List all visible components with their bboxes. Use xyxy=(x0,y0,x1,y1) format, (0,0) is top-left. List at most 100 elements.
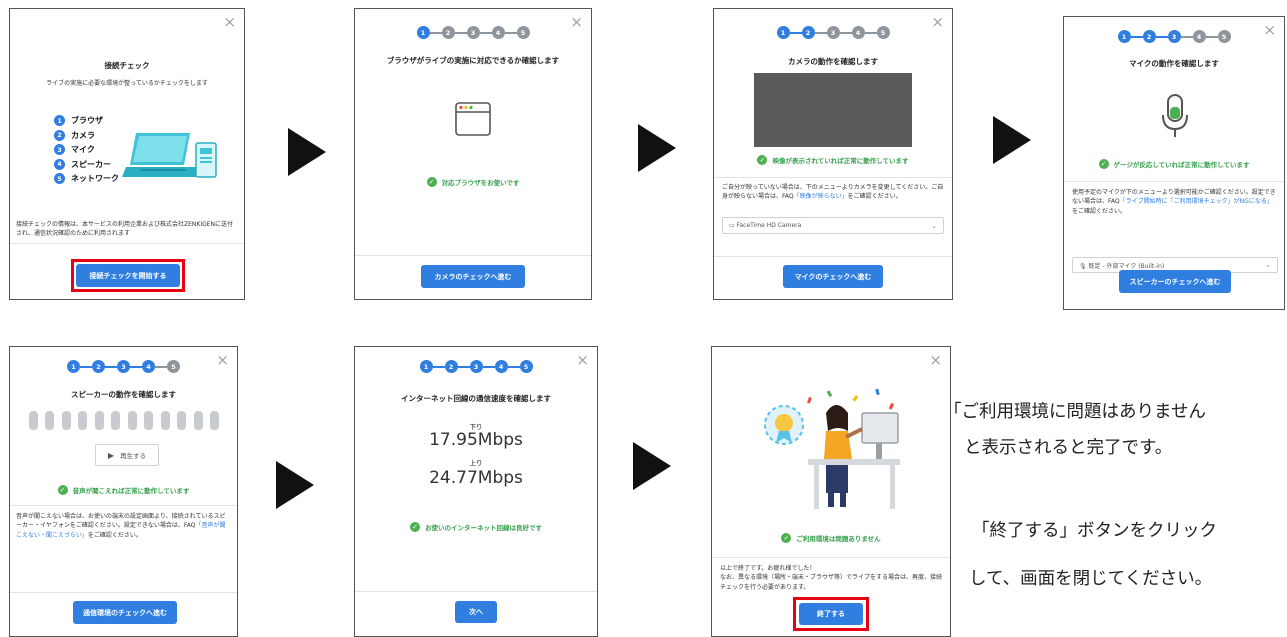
check-item: 1 ブラウザ xyxy=(54,115,119,126)
panel-title: マイクの動作を確認します xyxy=(1129,59,1219,68)
divider xyxy=(1064,181,1284,182)
status-message: ✓ お使いのインターネット回線は良好です xyxy=(355,522,597,532)
step-dot: 4 xyxy=(491,26,505,39)
status-message: ✓ 対応ブラウザをお使いです xyxy=(355,177,591,187)
progress-stepper: 1 2 3 4 5 xyxy=(10,360,237,373)
step-dot: 1 xyxy=(419,360,433,373)
mic-check-button[interactable]: マイクのチェックへ進む xyxy=(783,265,883,288)
faq-link[interactable]: 「ライブ開始時に「ご利用環境チェック」がNGになる」 xyxy=(1120,198,1273,205)
step-dot: 1 xyxy=(416,26,430,39)
step-dot: 4 xyxy=(142,360,155,373)
divider xyxy=(10,592,237,593)
step-dot: 4 xyxy=(851,26,865,39)
step-dot: 1 xyxy=(67,360,80,373)
panel-title: カメラの動作を確認します xyxy=(788,57,878,66)
close-icon[interactable]: × xyxy=(929,353,942,368)
step-dot: 3 xyxy=(469,360,483,373)
devices-illustration xyxy=(122,133,217,178)
progress-stepper: 1 2 3 4 5 xyxy=(714,26,952,39)
volume-meter xyxy=(29,411,219,430)
close-icon[interactable]: × xyxy=(223,15,236,30)
progress-stepper: 1 2 3 4 5 xyxy=(1064,30,1284,43)
connection-check-intro-panel: × 接続チェック ライブの実施に必要な環境が整っているかチェックをします 1 ブラ… xyxy=(9,8,245,300)
completion-panel: × ✓ ご利用環境は問題ありません 以上で終了です。お疲れ様でした！ なお、異な… xyxy=(711,346,951,637)
step-number: 4 xyxy=(54,158,65,170)
arrow-right-icon xyxy=(638,124,676,172)
upload-speed: 24.77Mbps xyxy=(429,468,523,488)
step-dot: 4 xyxy=(494,360,508,373)
camera-check-button[interactable]: カメラのチェックへ進む xyxy=(421,265,525,288)
status-message: ✓ 映像が表示されていれば正常に動作しています xyxy=(714,155,952,165)
step-dot: 1 xyxy=(1117,30,1131,43)
camera-check-panel: × 1 2 3 4 5 カメラの動作を確認します ✓ 映像が表示されていれば正常… xyxy=(713,8,953,300)
play-button[interactable]: ▶ 再生する xyxy=(95,444,159,466)
check-items-list: 1 ブラウザ 2 カメラ 3 マイク 4 スピーカー 5 ネットワーク xyxy=(54,115,119,188)
highlight-box xyxy=(793,597,869,631)
chevron-down-icon: ⌄ xyxy=(931,221,937,230)
divider xyxy=(355,255,591,256)
play-icon: ▶ xyxy=(107,450,115,460)
next-button[interactable]: 次へ xyxy=(455,601,497,623)
status-message: ✓ ご利用環境は問題ありません xyxy=(712,533,950,543)
instruction-line-1: 「ご利用環境に問題はありません xyxy=(944,402,1206,422)
help-text: ご自分が映っていない場合は、下のメニューよりカメラを変更してください。ご自身が映… xyxy=(722,184,944,201)
check-item: 5 ネットワーク xyxy=(54,173,119,184)
help-text: 使用予定のマイクが下のメニューより選択可能かご確認ください。設定できない場合は、… xyxy=(1072,189,1276,215)
speaker-check-button[interactable]: スピーカーのチェックへ進む xyxy=(1119,270,1231,293)
arrow-right-icon xyxy=(276,461,314,509)
camera-select[interactable]: ▭ FaceTime HD Camera ⌄ xyxy=(722,217,944,234)
check-circle-icon: ✓ xyxy=(410,522,420,532)
highlight-box xyxy=(71,259,185,292)
step-dot: 2 xyxy=(444,360,458,373)
faq-link[interactable]: 「映像が映らない」 xyxy=(794,193,848,200)
browser-check-panel: × 1 2 3 4 5 ブラウザがライブの実施に対応できるか確認します ✓ 対応… xyxy=(354,8,592,300)
step-dot: 5 xyxy=(1217,30,1231,43)
progress-stepper: 1 2 3 4 5 xyxy=(355,26,591,39)
arrow-right-icon xyxy=(288,128,326,176)
step-dot: 5 xyxy=(876,26,890,39)
chevron-down-icon: ⌄ xyxy=(1265,261,1271,269)
privacy-notice: 接続チェックの情報は、本サービスの利用企業および株式会社ZENKIGENに送付さ… xyxy=(16,221,234,238)
step-number: 3 xyxy=(54,144,65,155)
step-dot: 3 xyxy=(466,26,480,39)
divider xyxy=(714,256,952,257)
network-check-button[interactable]: 通信環境のチェックへ進む xyxy=(73,601,177,624)
step-dot: 4 xyxy=(1192,30,1206,43)
help-text: 音声が聞こえない場合は、お使いの端末の設定画面より、接続されているスピーカー・イ… xyxy=(16,513,226,539)
status-message: ✓ 音声が聞こえれば正常に動作しています xyxy=(10,485,237,495)
step-number: 5 xyxy=(54,173,65,184)
step-dot: 2 xyxy=(92,360,105,373)
check-circle-icon: ✓ xyxy=(426,177,437,187)
step-dot: 3 xyxy=(117,360,130,373)
closing-message: 以上で終了です。お疲れ様でした！ なお、異なる環境（場所・端末・ブラウザ等）でラ… xyxy=(720,565,943,591)
divider xyxy=(714,177,952,178)
step-dot: 5 xyxy=(167,360,180,373)
microphone-icon xyxy=(1162,94,1188,137)
panel-title: 接続チェック xyxy=(104,61,150,70)
panel-title: インターネット回線の通信速度を確認します xyxy=(401,394,551,403)
step-dot: 2 xyxy=(1142,30,1156,43)
network-check-panel: × 1 2 3 4 5 インターネット回線の通信速度を確認します 下り 17.9… xyxy=(354,346,598,637)
panel-subtitle: ライブの実施に必要な環境が整っているかチェックをします xyxy=(46,80,208,87)
check-circle-icon: ✓ xyxy=(1098,159,1109,169)
mic-small-icon: 🎙︎ xyxy=(1079,262,1089,270)
check-circle-icon: ✓ xyxy=(757,155,768,165)
speaker-check-panel: × 1 2 3 4 5 スピーカーの動作を確認します ▶ 再生する ✓ 音声が聞こ… xyxy=(9,346,238,637)
check-item: 2 カメラ xyxy=(54,129,119,141)
step-dot: 2 xyxy=(801,26,815,39)
instruction-line-3: 「終了する」ボタンをクリック xyxy=(972,521,1217,541)
camera-icon: ▭ xyxy=(729,222,737,229)
instruction-line-2: と表示されると完了です。 xyxy=(964,438,1173,458)
divider xyxy=(712,557,950,558)
check-circle-icon: ✓ xyxy=(57,485,68,495)
status-message: ✓ ゲージが反応していれば正常に動作しています xyxy=(1064,159,1284,169)
divider xyxy=(10,243,244,244)
step-number: 1 xyxy=(54,115,65,126)
check-circle-icon: ✓ xyxy=(781,533,792,543)
mic-check-panel: × 1 2 3 4 5 マイクの動作を確認します ✓ ゲージが反応していれば正常… xyxy=(1063,16,1285,310)
download-speed: 17.95Mbps xyxy=(429,430,523,450)
step-dot: 5 xyxy=(516,26,530,39)
upload-label: 上り xyxy=(469,459,483,467)
progress-stepper: 1 2 3 4 5 xyxy=(355,360,597,373)
panel-title: スピーカーの動作を確認します xyxy=(71,390,176,399)
